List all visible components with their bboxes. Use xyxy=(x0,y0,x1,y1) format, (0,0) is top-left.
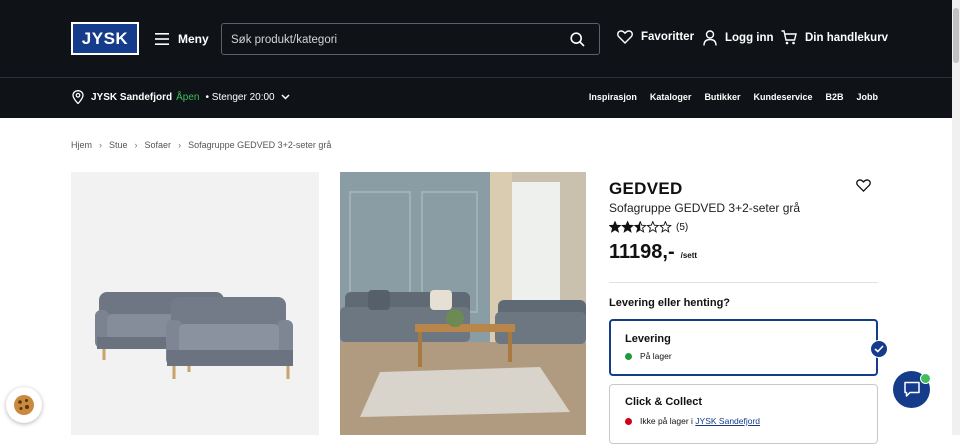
nav-kataloger[interactable]: Kataloger xyxy=(650,92,692,102)
store-link[interactable]: JYSK Sandefjord xyxy=(695,416,760,426)
cart-icon xyxy=(781,30,797,45)
cookie-icon xyxy=(14,395,34,415)
delivery-option-title: Click & Collect xyxy=(625,396,703,408)
product-rating[interactable]: (5) xyxy=(609,221,688,233)
stock-status-text: På lager xyxy=(640,351,672,361)
breadcrumb-separator: › xyxy=(134,140,138,150)
nav-jobb[interactable]: Jobb xyxy=(857,92,879,102)
delivery-option-status: På lager xyxy=(625,351,672,361)
selected-check-icon xyxy=(870,340,888,358)
store-name: JYSK Sandefjord xyxy=(91,91,173,103)
search-input[interactable] xyxy=(229,24,553,56)
room-scene-illustration xyxy=(340,172,586,435)
sofa-set-illustration xyxy=(95,292,293,379)
divider xyxy=(609,282,878,283)
top-nav: Inspirasjon Kataloger Butikker Kundeserv… xyxy=(589,92,878,102)
cookie-settings-button[interactable] xyxy=(6,387,42,423)
delivery-option-status: Ikke på lager i JYSK Sandefjord xyxy=(625,416,760,426)
breadcrumb-separator: › xyxy=(178,140,182,150)
scrollbar-thumb[interactable] xyxy=(953,8,959,63)
rating-star xyxy=(633,221,647,233)
breadcrumb-item-stue[interactable]: Stue xyxy=(109,140,128,150)
nav-inspirasjon[interactable]: Inspirasjon xyxy=(589,92,637,102)
nav-b2b[interactable]: B2B xyxy=(825,92,843,102)
rating-star xyxy=(621,221,635,233)
header-top: JYSK Meny Favoritter Logg inn Din handle… xyxy=(0,0,952,77)
user-icon xyxy=(703,30,717,46)
search-bar xyxy=(221,23,600,56)
delivery-option-levering[interactable]: Levering På lager xyxy=(609,319,878,376)
product-image-room[interactable] xyxy=(340,172,586,435)
online-badge xyxy=(920,373,931,384)
nav-kundeservice[interactable]: Kundeservice xyxy=(753,92,812,102)
delivery-question: Levering eller henting? xyxy=(609,297,731,309)
store-open-status: Åpen xyxy=(176,91,200,103)
scrollbar[interactable] xyxy=(952,0,960,435)
chat-button[interactable] xyxy=(893,371,931,408)
location-pin-icon xyxy=(72,90,84,104)
product-image-main[interactable] xyxy=(71,172,319,435)
delivery-option-title: Levering xyxy=(625,333,671,345)
cart-label: Din handlekurv xyxy=(805,31,889,44)
jysk-logo[interactable]: JYSK xyxy=(71,22,139,55)
cart-link[interactable]: Din handlekurv xyxy=(781,30,888,45)
store-closing-time: • Stenger 20:00 xyxy=(205,91,275,103)
store-bar: JYSK Sandefjord Åpen • Stenger 20:00 Ins… xyxy=(0,77,952,118)
price-unit: /sett xyxy=(680,251,698,260)
login-label: Logg inn xyxy=(725,32,774,44)
favorites-label: Favoritter xyxy=(641,31,695,43)
hamburger-icon xyxy=(155,33,169,45)
favorites-link[interactable]: Favoritter xyxy=(617,30,694,44)
chat-bubble-icon xyxy=(903,381,920,397)
login-link[interactable]: Logg inn xyxy=(703,30,774,46)
menu-label: Meny xyxy=(178,32,209,46)
breadcrumb: Hjem › Stue › Sofaer › Sofagruppe GEDVED 3+… xyxy=(71,140,331,150)
chevron-down-icon xyxy=(281,94,290,100)
product-subtitle: Sofagruppe GEDVED 3+2-seter grå xyxy=(609,201,801,215)
price-value: 11198,- xyxy=(609,241,675,263)
heart-icon xyxy=(617,30,633,44)
rating-star xyxy=(646,221,660,233)
search-icon[interactable] xyxy=(570,32,585,47)
rating-star xyxy=(658,221,672,233)
favorite-heart-icon[interactable] xyxy=(856,179,871,192)
breadcrumb-item-home[interactable]: Hjem xyxy=(71,140,92,150)
product-title: GEDVED xyxy=(609,179,683,198)
nav-butikker[interactable]: Butikker xyxy=(704,92,740,102)
store-selector[interactable]: JYSK Sandefjord Åpen • Stenger 20:00 xyxy=(72,90,290,104)
in-stock-dot xyxy=(625,352,632,360)
review-count: (5) xyxy=(676,221,689,233)
product-price: 11198,- /sett xyxy=(609,241,697,264)
breadcrumb-item-current: Sofagruppe GEDVED 3+2-seter grå xyxy=(188,140,332,150)
rating-stars xyxy=(609,221,672,233)
breadcrumb-separator: › xyxy=(99,140,103,150)
delivery-option-click-collect[interactable]: Click & Collect Ikke på lager i JYSK San… xyxy=(609,384,878,444)
breadcrumb-item-sofaer[interactable]: Sofaer xyxy=(145,140,172,150)
stock-status-prefix: Ikke på lager i xyxy=(640,416,693,426)
out-of-stock-dot xyxy=(625,417,632,425)
menu-button[interactable]: Meny xyxy=(155,30,209,48)
rating-star xyxy=(609,221,622,233)
